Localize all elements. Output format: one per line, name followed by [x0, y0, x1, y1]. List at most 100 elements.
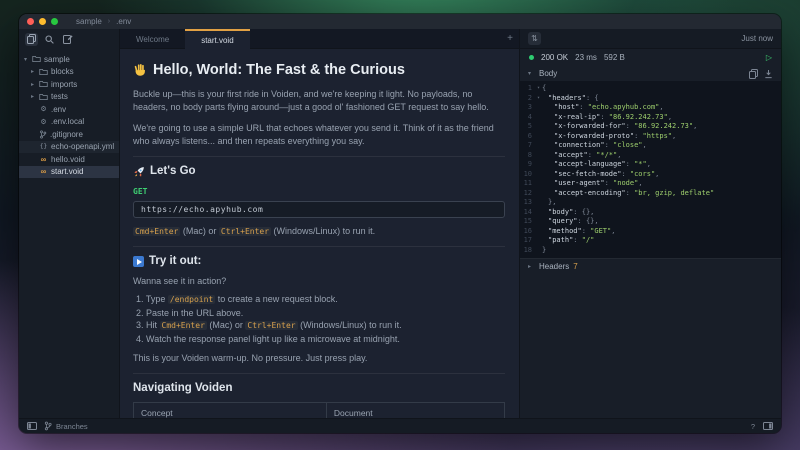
- play-button-emoji-icon: [133, 256, 144, 267]
- folder-icon: [39, 93, 48, 101]
- json-code: "connection": "close",: [542, 141, 647, 151]
- tree-item-imports[interactable]: ▸imports: [19, 78, 119, 91]
- section-heading: Navigating Voiden: [133, 382, 505, 395]
- chevron-right-icon[interactable]: ▸: [528, 263, 535, 270]
- folder-icon: [39, 68, 48, 76]
- add-tab-button[interactable]: +: [501, 29, 519, 48]
- branches-button[interactable]: Branches: [44, 421, 88, 431]
- body-section-header[interactable]: ▾ Body: [520, 66, 781, 81]
- explorer-files-button[interactable]: [25, 33, 38, 46]
- chevron-right-icon: ▸: [29, 81, 36, 88]
- json-code: "host": "echo.apyhub.com",: [542, 103, 664, 113]
- file-tree: ▾sample▸blocks▸imports▸tests⚙.env⚙.env.l…: [19, 49, 119, 178]
- headers-section-header[interactable]: ▸ Headers 7: [520, 258, 781, 273]
- swap-arrows-icon[interactable]: ⇅: [528, 32, 541, 45]
- json-code: {: [542, 84, 546, 94]
- body-section-label: Body: [539, 69, 557, 78]
- tab-bar: Welcome start.void +: [120, 29, 519, 49]
- line-number: 7: [520, 141, 535, 151]
- concept-table: Concept Document: [133, 402, 505, 418]
- try-step: Paste in the URL above.: [136, 307, 505, 320]
- response-json: 1▾{2▾"headers": {3"host": "echo.apyhub.c…: [520, 81, 781, 258]
- tab-welcome[interactable]: Welcome: [120, 29, 185, 48]
- json-code: "accept-encoding": "br, gzip, deflate": [542, 189, 714, 199]
- tree-item-label: hello.void: [51, 155, 85, 164]
- tree-item-label: .env.local: [51, 117, 84, 126]
- breadcrumb: sample › .env: [76, 17, 131, 26]
- main-area: ▾sample▸blocks▸imports▸tests⚙.env⚙.env.l…: [19, 29, 781, 418]
- fold-spacer: [535, 179, 542, 189]
- zoom-button[interactable]: [51, 18, 58, 25]
- doc-title: Hello, World: The Fast & the Curious: [133, 61, 505, 79]
- breadcrumb-project[interactable]: sample: [76, 17, 102, 26]
- tab-start-void[interactable]: start.void: [185, 29, 249, 49]
- breadcrumb-separator-icon: ›: [108, 18, 110, 25]
- close-button[interactable]: [27, 18, 34, 25]
- tab-label: start.void: [201, 36, 233, 45]
- new-file-button[interactable]: [61, 33, 74, 46]
- url-input[interactable]: [133, 201, 505, 218]
- json-line: 13},: [520, 198, 781, 208]
- json-line: 18}: [520, 246, 781, 256]
- json-line: 11"user-agent": "node",: [520, 179, 781, 189]
- json-code: "method": "GET",: [542, 227, 615, 237]
- fold-spacer: [535, 198, 542, 208]
- document-editor: Hello, World: The Fast & the Curious Buc…: [120, 49, 519, 418]
- layout-right-icon: [763, 422, 773, 430]
- json-line: 14"body": {},: [520, 208, 781, 218]
- sidebar: ▾sample▸blocks▸imports▸tests⚙.env⚙.env.l…: [19, 29, 120, 418]
- help-button[interactable]: ?: [751, 422, 755, 431]
- run-request-button[interactable]: ▷: [766, 53, 772, 62]
- line-number: 18: [520, 246, 535, 256]
- tree-item-start-void[interactable]: ∞start.void: [19, 166, 119, 179]
- headers-count-badge: 7: [573, 262, 577, 271]
- fold-spacer: [535, 151, 542, 161]
- search-button[interactable]: [43, 33, 56, 46]
- line-number: 10: [520, 170, 535, 180]
- json-code: "headers": {: [542, 94, 599, 104]
- json-code: "user-agent": "node",: [542, 179, 643, 189]
- toggle-panel-button[interactable]: [763, 422, 773, 430]
- search-icon: [45, 35, 54, 44]
- section-heading-text: Try it out:: [149, 255, 201, 268]
- braces-icon: {}: [39, 143, 48, 150]
- tree-item-label: .gitignore: [50, 130, 83, 139]
- tree-item-env-local[interactable]: ⚙.env.local: [19, 116, 119, 129]
- try-step: Type /endpoint to create a new request b…: [136, 293, 505, 307]
- folder-open-icon: [32, 55, 41, 63]
- branches-label: Branches: [56, 422, 88, 431]
- tree-item-tests[interactable]: ▸tests: [19, 91, 119, 104]
- tree-item-label: echo-openapi.yml: [51, 142, 114, 151]
- fold-caret-icon[interactable]: ▾: [535, 84, 542, 94]
- json-line: 7 "connection": "close",: [520, 141, 781, 151]
- titlebar: sample › .env: [19, 14, 781, 29]
- tree-item-blocks[interactable]: ▸blocks: [19, 66, 119, 79]
- download-icon[interactable]: [764, 69, 773, 79]
- fold-spacer: [535, 122, 542, 132]
- tree-item-gitignore[interactable]: .gitignore: [19, 128, 119, 141]
- json-code: "x-real-ip": "86.92.242.73",: [542, 113, 672, 123]
- chevron-down-icon[interactable]: ▾: [528, 70, 535, 77]
- line-number: 4: [520, 113, 535, 123]
- breadcrumb-file[interactable]: .env: [116, 17, 131, 26]
- fold-spacer: [535, 208, 542, 218]
- json-line: 4 "x-real-ip": "86.92.242.73",: [520, 113, 781, 123]
- fold-spacer: [535, 217, 542, 227]
- table-header-concept: Concept: [134, 403, 327, 419]
- tree-item-hello-void[interactable]: ∞hello.void: [19, 153, 119, 166]
- copy-icon[interactable]: [749, 69, 758, 79]
- fold-spacer: [535, 246, 542, 256]
- tree-item-sample[interactable]: ▾sample: [19, 53, 119, 66]
- fold-spacer: [535, 113, 542, 123]
- try-steps: Type /endpoint to create a new request b…: [136, 293, 505, 345]
- minimize-button[interactable]: [39, 18, 46, 25]
- waving-hand-emoji-icon: [133, 63, 147, 77]
- tree-item-env[interactable]: ⚙.env: [19, 103, 119, 116]
- app-window: sample › .env ▾sampl: [19, 14, 781, 433]
- doc-title-text: Hello, World: The Fast & the Curious: [153, 61, 405, 79]
- tree-item-echo-openapi-yml[interactable]: {}echo-openapi.yml: [19, 141, 119, 154]
- status-bar: Branches ?: [19, 418, 781, 433]
- status-time: 23 ms: [575, 53, 597, 62]
- fold-caret-icon[interactable]: ▾: [535, 94, 542, 104]
- toggle-sidebar-button[interactable]: [27, 422, 37, 430]
